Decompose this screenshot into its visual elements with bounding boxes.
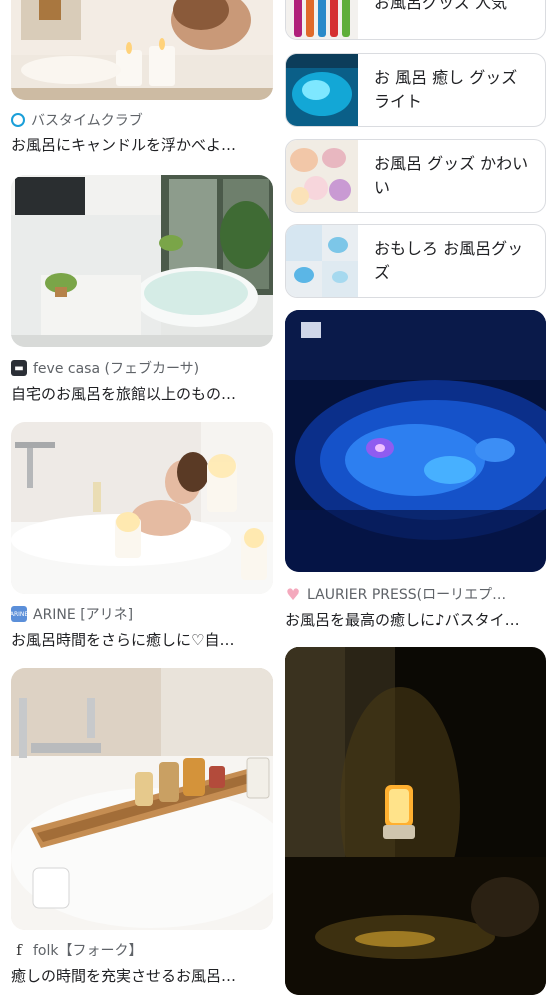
result-source-name: LAURIER PRESS(ローリエプ…	[307, 587, 507, 603]
feve-logo-icon: ▬	[11, 360, 27, 376]
chip-thumbnail	[286, 225, 358, 297]
related-search-chip[interactable]: お風呂グッズ 人気	[285, 0, 546, 40]
chip-label: お風呂グッズ 人気	[374, 0, 508, 12]
result-title[interactable]: お風呂を最高の癒しに♪バスタイ…	[285, 609, 546, 630]
chip-label: お 風呂 癒し グッズ ライト	[374, 68, 518, 111]
result-thumbnail-white-bathroom[interactable]	[11, 175, 273, 347]
result-source[interactable]: ARINE ARINE [アリネ]	[10, 604, 134, 624]
chip-thumbnail	[286, 54, 358, 126]
chip-thumbnail	[286, 0, 358, 39]
result-source[interactable]: バスタイムクラブ	[11, 110, 143, 130]
result-thumbnail-woman-bath-candles[interactable]	[11, 422, 273, 594]
chip-label: お風呂 グッズ かわいい	[374, 154, 529, 197]
related-search-chip[interactable]: お 風呂 癒し グッズ ライト	[285, 53, 546, 127]
arine-logo-icon: ARINE	[10, 606, 28, 622]
result-source-name: バスタイムクラブ	[31, 113, 143, 129]
circle-o-icon	[11, 113, 25, 127]
result-thumbnail-lantern-dark-bath[interactable]	[285, 647, 546, 995]
result-source-name: ARINE [アリネ]	[33, 607, 134, 623]
heart-icon: ♥	[285, 584, 301, 604]
result-thumbnail-bath-caddy[interactable]	[11, 668, 273, 930]
result-title[interactable]: 癒しの時間を充実させるお風呂…	[11, 965, 273, 986]
result-source[interactable]: ♥ LAURIER PRESS(ローリエプ…	[285, 584, 506, 604]
result-title[interactable]: 自宅のお風呂を旅館以上のもの…	[11, 383, 273, 404]
result-source-name: folk【フォーク】	[33, 943, 143, 959]
result-source[interactable]: ▬ feve casa (フェブカーサ)	[11, 358, 199, 378]
chip-thumbnail	[286, 140, 358, 212]
result-thumbnail-led-bath-light[interactable]	[285, 310, 546, 572]
result-title[interactable]: お風呂時間をさらに癒しに♡自…	[11, 629, 273, 650]
folk-f-icon: f	[16, 941, 22, 959]
related-search-chip[interactable]: おもしろ お風呂グッズ	[285, 224, 546, 298]
result-title[interactable]: お風呂にキャンドルを浮かべよ…	[11, 134, 273, 155]
result-thumbnail-candles-bath[interactable]	[11, 0, 273, 100]
chip-label: おもしろ お風呂グッズ	[374, 239, 524, 282]
result-source[interactable]: f folk【フォーク】	[11, 940, 143, 960]
related-search-chip[interactable]: お風呂 グッズ かわいい	[285, 139, 546, 213]
result-source-name: feve casa (フェブカーサ)	[33, 361, 200, 377]
